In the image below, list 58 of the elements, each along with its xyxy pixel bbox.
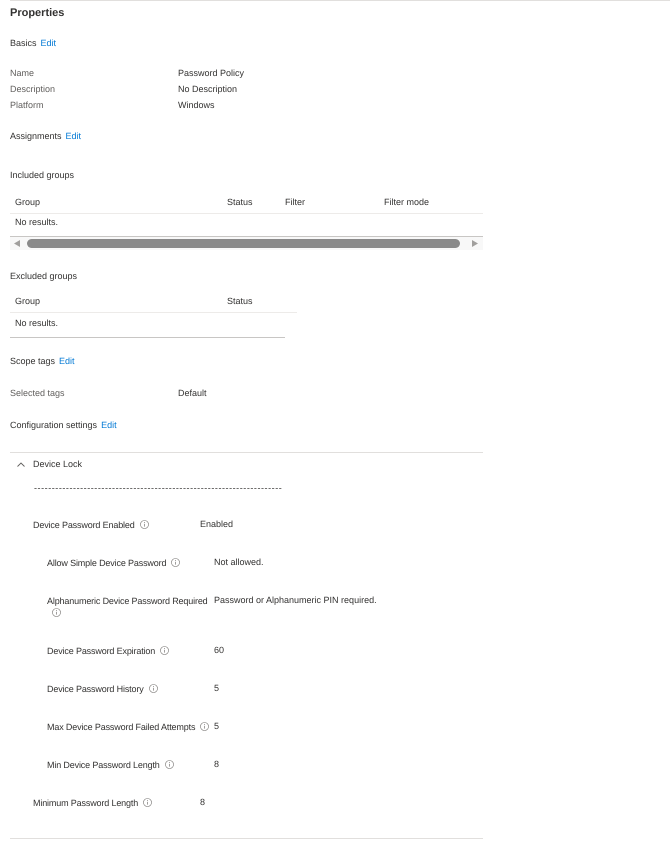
chevron-up-icon[interactable]	[17, 462, 25, 466]
setting-value: 8	[214, 758, 220, 770]
field-value: Password Policy	[178, 67, 244, 80]
info-icon[interactable]	[140, 520, 149, 529]
field-label: Platform	[10, 99, 45, 112]
field-label: Description	[10, 83, 56, 96]
info-icon[interactable]	[160, 646, 170, 655]
section-heading: Assignments	[10, 130, 62, 143]
edit-link[interactable]: Edit	[101, 418, 117, 432]
setting-label: Max Device Password Failed Attempts	[47, 722, 196, 732]
empty-message: No results.	[15, 317, 58, 330]
setting-value: 8	[200, 796, 206, 808]
info-icon[interactable]	[200, 722, 210, 731]
info-icon[interactable]	[148, 684, 158, 693]
setting-value: 5	[214, 682, 220, 694]
setting-label: Device Password Enabled	[33, 520, 135, 530]
scroll-left-icon[interactable]	[14, 240, 20, 247]
info-icon[interactable]	[52, 608, 61, 617]
field-label: Name	[10, 67, 36, 80]
edit-link[interactable]: Edit	[66, 129, 82, 143]
section-heading: Configuration settings	[10, 419, 98, 432]
info-icon[interactable]	[171, 558, 180, 567]
info-icon[interactable]	[143, 798, 152, 807]
setting-label: Alphanumeric Device Password Required	[47, 596, 208, 606]
setting-label: Device Password Expiration	[47, 646, 156, 656]
table-heading: Excluded groups	[10, 270, 78, 283]
empty-message: No results.	[15, 216, 58, 229]
setting-value: 5	[214, 720, 220, 732]
setting-label: Min Device Password Length	[47, 760, 160, 770]
column-header: Filter	[285, 196, 305, 209]
setting-label: Allow Simple Device Password	[47, 558, 166, 568]
column-header: Filter mode	[384, 196, 430, 209]
panel-title: Properties	[10, 6, 64, 21]
setting-value: 60	[214, 644, 224, 656]
setting-label: Device Password History	[47, 684, 144, 694]
field-value: Windows	[178, 99, 215, 112]
field-value: No Description	[178, 83, 238, 96]
category-title[interactable]: Device Lock	[33, 457, 82, 471]
horizontal-scrollbar[interactable]	[10, 237, 483, 250]
edit-link[interactable]: Edit	[40, 36, 56, 50]
setting-value: Not allowed.	[214, 556, 264, 568]
setting-value: Password or Alphanumeric PIN required.	[214, 594, 377, 606]
separator-text: ----------------------------------------------------------------------	[34, 482, 282, 495]
setting-value: Enabled	[200, 518, 234, 530]
section-heading: Basics	[10, 37, 37, 50]
column-header: Group	[15, 196, 40, 209]
table-heading: Included groups	[10, 169, 74, 182]
column-header: Status	[227, 196, 253, 209]
edit-link[interactable]: Edit	[59, 354, 75, 368]
field-value: Default	[178, 387, 207, 400]
section-heading: Scope tags	[10, 355, 56, 368]
info-icon[interactable]	[164, 760, 174, 769]
scrollbar-thumb[interactable]	[27, 239, 460, 248]
scroll-right-icon[interactable]	[472, 240, 478, 247]
setting-label: Minimum Password Length	[33, 798, 138, 808]
field-label: Selected tags	[10, 387, 66, 400]
column-header: Status	[227, 295, 253, 308]
column-header: Group	[15, 295, 40, 308]
